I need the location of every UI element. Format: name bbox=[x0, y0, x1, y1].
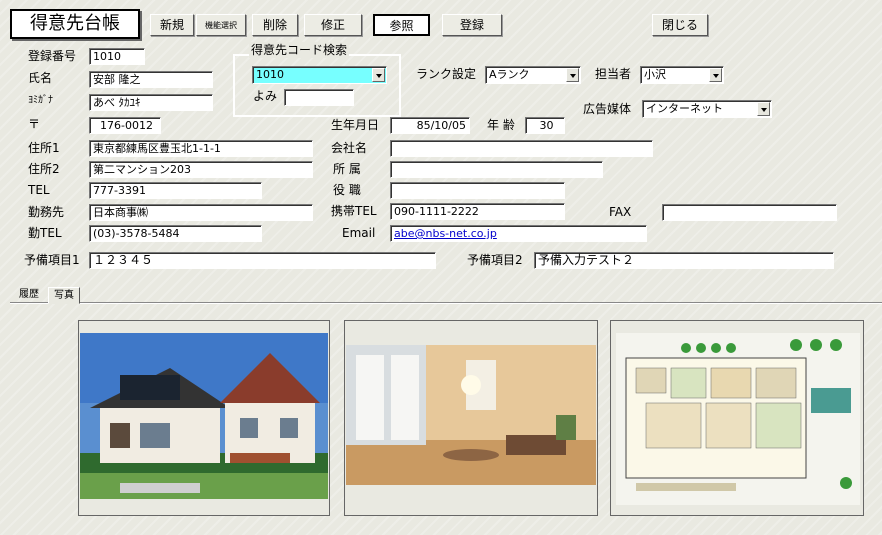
edit-button[interactable]: 修正 bbox=[304, 14, 362, 36]
staff-label: 担当者 bbox=[595, 67, 632, 81]
close-button[interactable]: 閉じる bbox=[652, 14, 708, 36]
code-search-select[interactable]: 1010 bbox=[252, 66, 387, 84]
age-label: 年 齢 bbox=[487, 118, 515, 132]
chevron-down-icon[interactable] bbox=[757, 102, 770, 116]
media-value: インターネット bbox=[646, 102, 723, 115]
age-field[interactable]: 30 bbox=[525, 117, 565, 134]
position-label: 役 職 bbox=[333, 183, 361, 197]
mobile-label: 携帯TEL bbox=[331, 204, 377, 218]
code-search-label: 得意先コード検索 bbox=[249, 42, 350, 58]
addr1-label: 住所1 bbox=[28, 141, 60, 155]
yomi-field[interactable] bbox=[284, 89, 354, 106]
media-label: 広告媒体 bbox=[583, 102, 632, 116]
staff-select[interactable]: 小沢 bbox=[640, 66, 724, 84]
name-field[interactable]: 安部 隆之 bbox=[89, 71, 213, 88]
staff-value: 小沢 bbox=[644, 68, 666, 81]
rank-select[interactable]: Aランク bbox=[485, 66, 581, 84]
chevron-down-icon[interactable] bbox=[709, 68, 722, 82]
kana-label: ﾖﾐｶﾞﾅ bbox=[28, 95, 53, 106]
house-photo bbox=[80, 333, 328, 499]
media-select[interactable]: インターネット bbox=[642, 100, 772, 118]
addr2-label: 住所2 bbox=[28, 162, 60, 176]
mobile-field[interactable]: 090-1111-2222 bbox=[390, 203, 565, 220]
tab-strip bbox=[10, 302, 882, 304]
yomi-label: よみ bbox=[253, 89, 278, 103]
dept-field[interactable] bbox=[390, 161, 603, 178]
addr1-field[interactable]: 東京都練馬区豊玉北1-1-1 bbox=[89, 140, 313, 157]
zip-field[interactable]: 176-0012 bbox=[89, 117, 161, 134]
employer-field[interactable]: 日本商事㈱ bbox=[89, 204, 313, 221]
tel-label: TEL bbox=[28, 183, 50, 197]
email-link[interactable]: abe@nbs-net.co.jp bbox=[394, 227, 497, 240]
company-label: 会社名 bbox=[331, 141, 368, 155]
form-title: 得意先台帳 bbox=[10, 9, 140, 39]
reg-no-field[interactable]: 1010 bbox=[89, 48, 145, 65]
kana-field[interactable]: あべ ﾀｶﾕｷ bbox=[89, 94, 213, 111]
spare2-field[interactable]: 予備入力テスト２ bbox=[534, 252, 834, 269]
zip-label: 〒 bbox=[28, 117, 41, 131]
email-label: Email bbox=[342, 226, 376, 240]
code-search-group bbox=[233, 54, 401, 117]
photo-frame-house bbox=[78, 320, 330, 516]
addr2-field[interactable]: 第二マンション203 bbox=[89, 161, 313, 178]
name-label: 氏名 bbox=[28, 71, 53, 85]
rank-label: ランク設定 bbox=[416, 67, 477, 81]
worktel-label: 勤TEL bbox=[28, 226, 62, 240]
chevron-down-icon[interactable] bbox=[566, 68, 579, 82]
spare2-label: 予備項目2 bbox=[467, 253, 523, 267]
birth-label: 生年月日 bbox=[331, 118, 380, 132]
interior-photo bbox=[346, 345, 596, 485]
position-field[interactable] bbox=[390, 182, 565, 199]
reg-no-label: 登録番号 bbox=[28, 49, 77, 63]
delete-button[interactable]: 削除 bbox=[252, 14, 298, 36]
feature-select-button[interactable]: 機能選択 bbox=[196, 14, 246, 36]
register-button[interactable]: 登録 bbox=[442, 14, 502, 36]
spare1-label: 予備項目1 bbox=[24, 253, 80, 267]
employer-label: 勤務先 bbox=[28, 205, 65, 219]
floorplan-photo bbox=[616, 333, 860, 505]
tab-history[interactable]: 履歴 bbox=[14, 287, 44, 303]
worktel-field[interactable]: (03)-3578-5484 bbox=[89, 225, 262, 242]
fax-label: FAX bbox=[609, 205, 632, 219]
chevron-down-icon[interactable] bbox=[372, 68, 385, 82]
photo-frame-interior bbox=[344, 320, 598, 516]
dept-label: 所 属 bbox=[333, 162, 361, 176]
email-field[interactable]: abe@nbs-net.co.jp bbox=[390, 225, 647, 242]
company-field[interactable] bbox=[390, 140, 653, 157]
tab-photo[interactable]: 写真 bbox=[48, 287, 80, 304]
spare1-field[interactable]: １２３４５ bbox=[89, 252, 436, 269]
birth-field[interactable]: 85/10/05 bbox=[390, 117, 470, 134]
code-search-value: 1010 bbox=[256, 68, 284, 81]
rank-value: Aランク bbox=[489, 68, 530, 81]
tel-field[interactable]: 777-3391 bbox=[89, 182, 262, 199]
fax-field[interactable] bbox=[662, 204, 837, 221]
view-button[interactable]: 参照 bbox=[373, 14, 430, 36]
new-button[interactable]: 新規 bbox=[150, 14, 194, 36]
photo-frame-floorplan bbox=[610, 320, 864, 516]
